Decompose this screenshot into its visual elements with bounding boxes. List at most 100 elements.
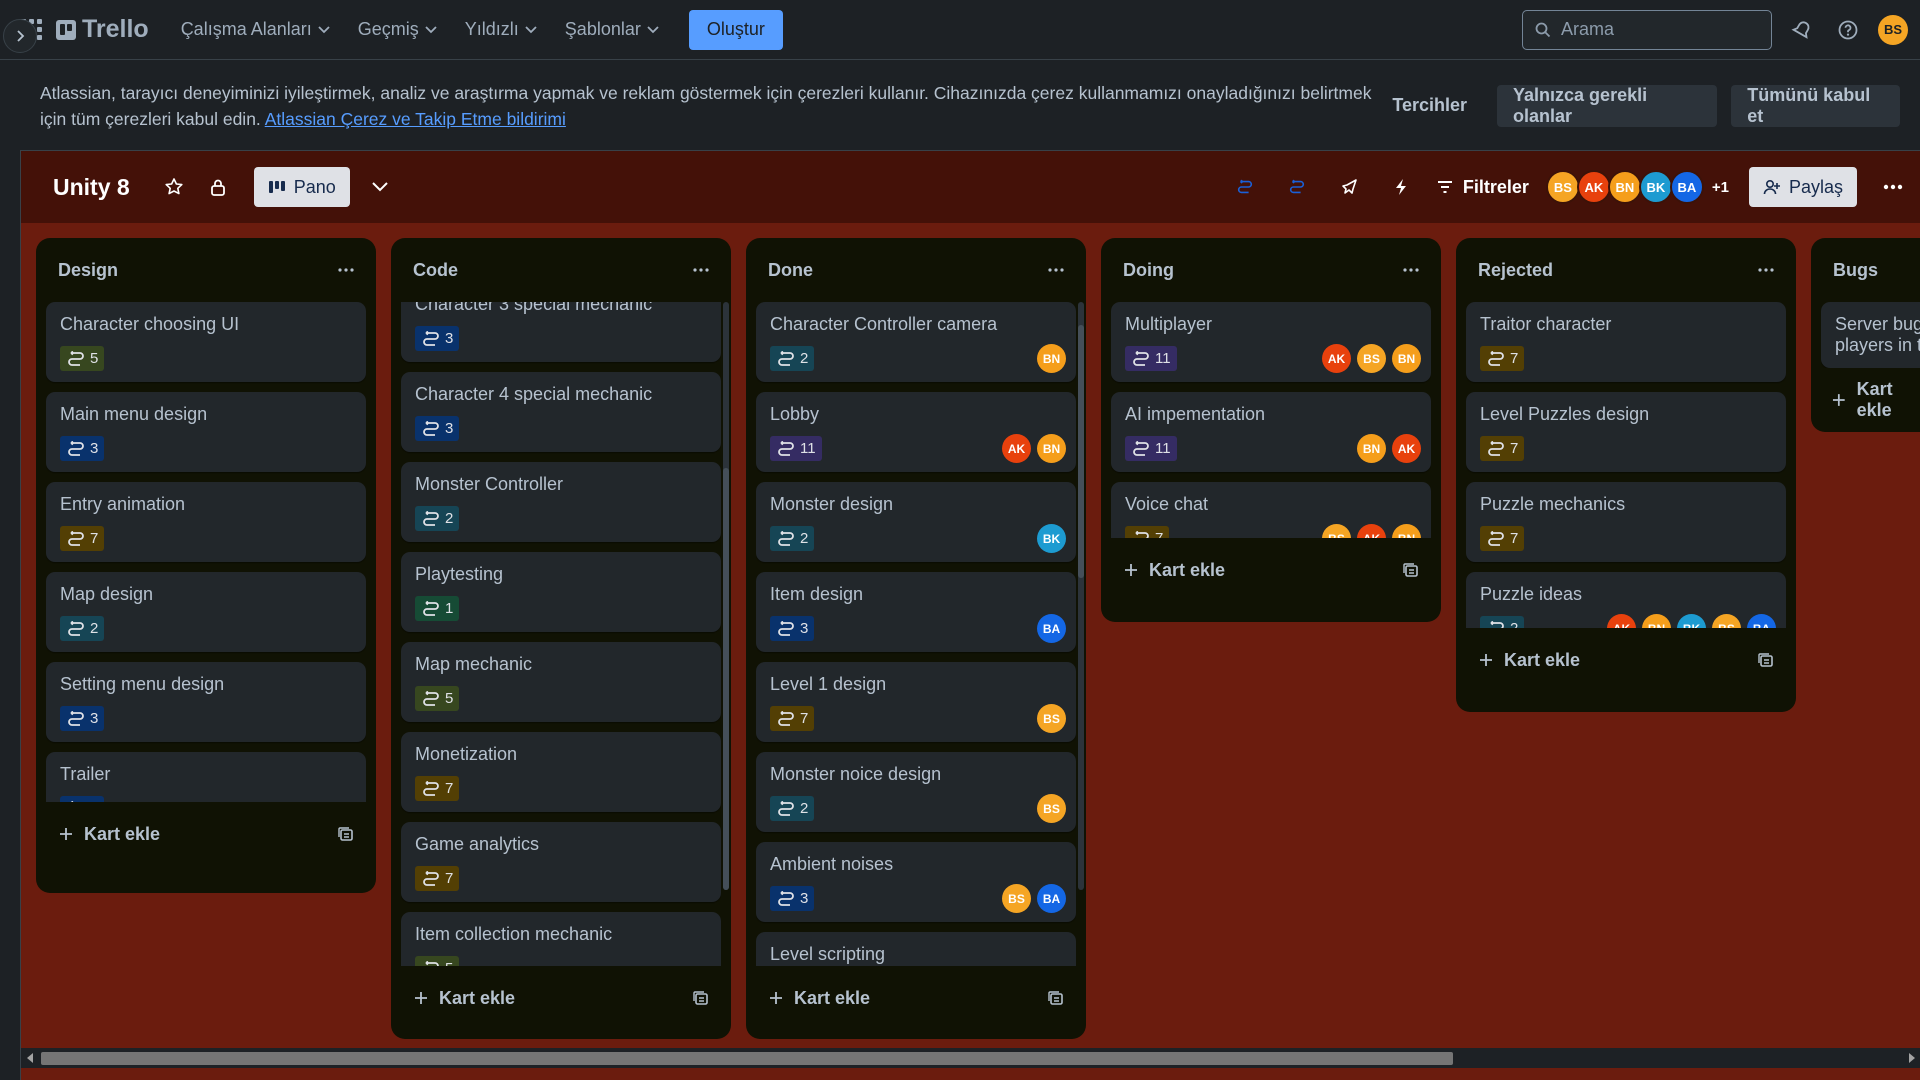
menu-templates[interactable]: Şablonlar — [555, 10, 669, 50]
add-card-button[interactable]: Kart ekle — [1111, 538, 1431, 602]
member-avatar[interactable]: BS — [1357, 344, 1386, 373]
list-header[interactable]: Done — [756, 238, 1076, 302]
member-avatar[interactable]: AK — [1322, 344, 1351, 373]
star-board-button[interactable] — [158, 171, 190, 203]
card[interactable]: Voice chat 7 BS AK BN — [1111, 482, 1431, 538]
card[interactable]: Monster noice design 2 BS — [756, 752, 1076, 832]
member-avatar[interactable]: BN — [1037, 344, 1066, 373]
card[interactable]: Multiplayer 11 AK BS BN — [1111, 302, 1431, 382]
card[interactable]: Item collection mechanic 5 — [401, 912, 721, 966]
cookie-accept-all-button[interactable]: Tümünü kabul et — [1731, 84, 1900, 127]
card[interactable]: Trailer 3 — [46, 752, 366, 802]
member-avatar[interactable]: BS — [1037, 794, 1066, 823]
list-title[interactable]: Doing — [1123, 260, 1174, 281]
trello-logo[interactable]: Trello — [56, 15, 149, 44]
card[interactable]: Monster design 2 BK — [756, 482, 1076, 562]
list-title[interactable]: Bugs — [1833, 260, 1878, 281]
notifications-button[interactable] — [1786, 14, 1818, 46]
menu-starred[interactable]: Yıldızlı — [455, 10, 547, 50]
add-card-button[interactable]: Kart ekle — [756, 966, 1076, 1030]
list-header[interactable]: Rejected — [1466, 238, 1786, 302]
add-card-button[interactable]: Kart ekle — [1821, 368, 1920, 432]
visibility-button[interactable] — [202, 171, 234, 203]
list-header[interactable]: Doing — [1111, 238, 1431, 302]
add-card-button[interactable]: Kart ekle — [401, 966, 721, 1030]
switch-view-button[interactable] — [364, 171, 396, 203]
card[interactable]: Game analytics 7 — [401, 822, 721, 902]
create-from-template-button[interactable] — [693, 990, 709, 1006]
board-menu-button[interactable] — [1877, 171, 1909, 203]
card[interactable]: Character 4 special mechanic 3 — [401, 372, 721, 452]
cookie-preferences-button[interactable]: Tercihler — [1376, 85, 1483, 127]
card[interactable]: Traitor character 7 — [1466, 302, 1786, 382]
filters-button[interactable]: Filtreler — [1437, 177, 1529, 198]
member-avatar[interactable]: BN — [1357, 434, 1386, 463]
card[interactable]: Level 1 design 7 BS — [756, 662, 1076, 742]
search-input[interactable]: Arama — [1522, 9, 1772, 50]
member-avatar[interactable]: AK — [1392, 434, 1421, 463]
card[interactable]: Server bug players in t — [1821, 302, 1920, 368]
member-avatar[interactable]: BN — [1037, 434, 1066, 463]
member-avatar[interactable]: AK — [1576, 170, 1611, 204]
member-avatar[interactable]: BK — [1677, 614, 1706, 628]
card[interactable]: Puzzle mechanics 7 — [1466, 482, 1786, 562]
member-avatar[interactable]: BK — [1037, 524, 1066, 553]
create-from-template-button[interactable] — [1048, 990, 1064, 1006]
member-avatar[interactable]: BN — [1607, 170, 1642, 204]
list-title[interactable]: Done — [768, 260, 813, 281]
list-title[interactable]: Design — [58, 260, 118, 281]
card[interactable]: Map design 2 — [46, 572, 366, 652]
list-header[interactable]: Bugs — [1821, 238, 1920, 302]
card[interactable]: Monetization 7 — [401, 732, 721, 812]
list-header[interactable]: Design — [46, 238, 366, 302]
board-view-button[interactable]: Pano — [253, 167, 350, 207]
help-button[interactable] — [1832, 14, 1864, 46]
horizontal-scroll-thumb[interactable] — [41, 1052, 1453, 1065]
card[interactable]: Puzzle ideas 2 AK BN BK BS BA — [1466, 572, 1786, 628]
card[interactable]: Level scripting2BAAK — [756, 932, 1076, 966]
powerup-2-button[interactable] — [1281, 171, 1313, 203]
member-avatar[interactable]: AK — [1002, 434, 1031, 463]
create-from-template-button[interactable] — [1758, 652, 1774, 668]
create-button[interactable]: Oluştur — [688, 9, 783, 50]
list-menu-button[interactable] — [338, 268, 354, 272]
board-title[interactable]: Unity 8 — [53, 174, 130, 201]
card[interactable]: Character choosing UI 5 — [46, 302, 366, 382]
member-avatar[interactable]: BS — [1712, 614, 1741, 628]
list-title[interactable]: Code — [413, 260, 458, 281]
member-avatar[interactable]: BA — [1037, 884, 1066, 913]
member-avatar[interactable]: BS — [1545, 170, 1580, 204]
board-members[interactable]: BS AK BN BK BA +1 — [1545, 170, 1729, 204]
list-menu-button[interactable] — [1048, 268, 1064, 272]
list-title[interactable]: Rejected — [1478, 260, 1553, 281]
card[interactable]: Item design 3 BA — [756, 572, 1076, 652]
share-button[interactable]: Paylaş — [1748, 167, 1857, 207]
member-avatar[interactable]: BN — [1392, 524, 1421, 538]
member-avatar[interactable]: AK — [1357, 524, 1386, 538]
scroll-left-arrow[interactable] — [27, 1053, 33, 1063]
member-avatar[interactable]: AK — [1607, 614, 1636, 628]
card[interactable]: Entry animation 7 — [46, 482, 366, 562]
member-avatar[interactable]: BA — [1037, 614, 1066, 643]
cookie-notice-link[interactable]: Atlassian Çerez ve Takip Etme bildirimi — [265, 109, 566, 129]
add-card-button[interactable]: Kart ekle — [46, 802, 366, 866]
automation-button[interactable] — [1385, 171, 1417, 203]
member-avatar[interactable]: BA — [1747, 614, 1776, 628]
member-avatar[interactable]: BK — [1638, 170, 1673, 204]
list-menu-button[interactable] — [1403, 268, 1419, 272]
member-avatar[interactable]: BS — [1002, 884, 1031, 913]
member-avatar[interactable]: BS — [1322, 524, 1351, 538]
card[interactable]: Level Puzzles design 7 — [1466, 392, 1786, 472]
cookie-necessary-only-button[interactable]: Yalnızca gerekli olanlar — [1497, 84, 1718, 127]
create-from-template-button[interactable] — [338, 826, 354, 842]
powerup-1-button[interactable] — [1229, 171, 1261, 203]
create-from-template-button[interactable] — [1403, 562, 1419, 578]
member-avatar[interactable]: BN — [1392, 344, 1421, 373]
member-avatar[interactable]: BS — [1037, 704, 1066, 733]
card[interactable]: Monster Controller 2 — [401, 462, 721, 542]
list-scroll-thumb[interactable] — [723, 468, 729, 890]
card[interactable]: Map mechanic 5 — [401, 642, 721, 722]
menu-workspaces[interactable]: Çalışma Alanları — [171, 10, 340, 50]
list-header[interactable]: Code — [401, 238, 721, 302]
card[interactable]: Character Controller camera 2 BN — [756, 302, 1076, 382]
